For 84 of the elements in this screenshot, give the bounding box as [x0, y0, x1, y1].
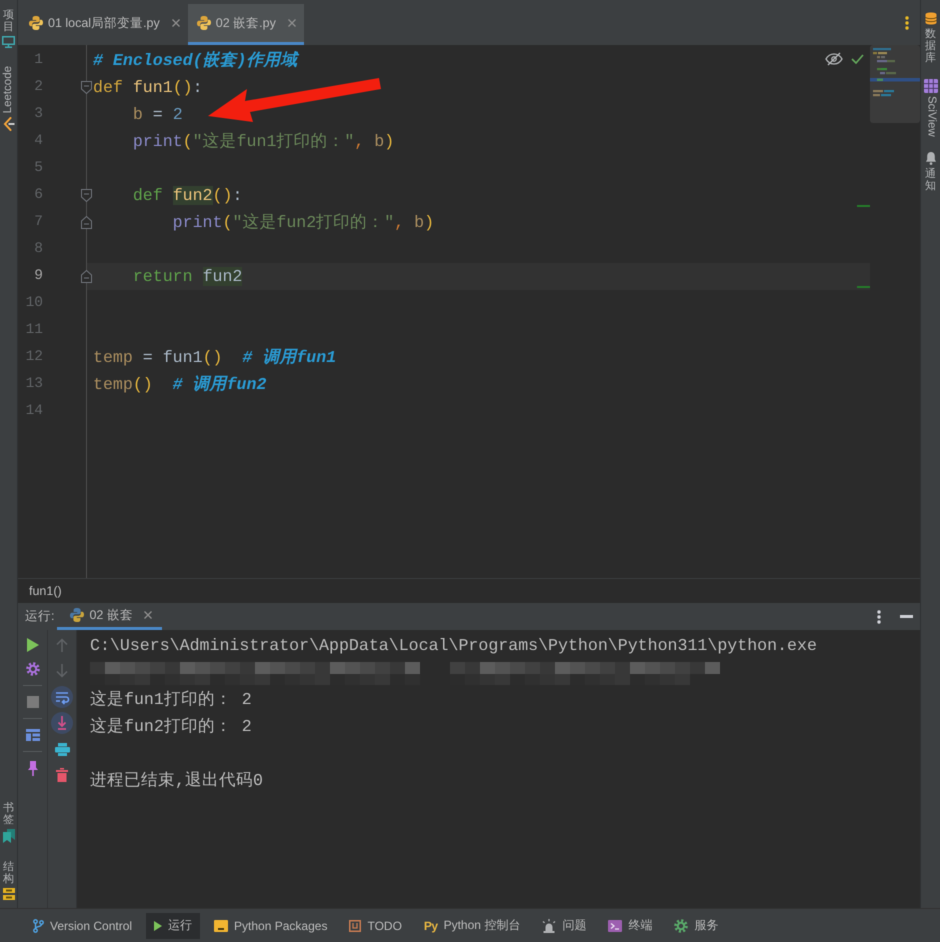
tool-window-button[interactable]: Python Packages: [206, 912, 336, 938]
editor-tab[interactable]: 02 嵌套.py: [188, 4, 304, 45]
line-number: 7: [34, 214, 43, 230]
line-number: 13: [26, 376, 43, 392]
code-line: temp = fun1() # 调用fun1: [93, 348, 336, 367]
tool-window-button[interactable]: Leetcode: [2, 66, 14, 131]
checkmark-icon[interactable]: [851, 54, 864, 64]
tool-window-button[interactable]: 终端: [600, 912, 660, 938]
line-number: 8: [34, 241, 43, 257]
more-options-icon[interactable]: [877, 610, 881, 624]
line-number: 9: [34, 268, 43, 284]
layout-icon[interactable]: [26, 729, 40, 741]
python-console-icon: Py: [424, 918, 438, 932]
delete-icon[interactable]: [56, 768, 68, 782]
line-number: 3: [34, 106, 43, 122]
tool-window-button[interactable]: SciView: [924, 79, 938, 137]
gear-icon: [674, 918, 688, 932]
close-icon[interactable]: [172, 19, 180, 27]
fold-icon[interactable]: [81, 189, 92, 202]
python-file-icon: [196, 15, 212, 31]
soft-wrap-icon[interactable]: [51, 686, 73, 708]
pin-icon[interactable]: [28, 760, 38, 776]
line-number: 11: [26, 322, 43, 338]
breadcrumb-item[interactable]: fun1(): [29, 584, 62, 598]
print-icon[interactable]: [54, 742, 70, 756]
tool-window-button[interactable]: 结构: [2, 860, 14, 900]
chevron-icon[interactable]: [2, 116, 14, 131]
line-number: 10: [26, 295, 43, 311]
scroll-to-end-icon[interactable]: [51, 712, 73, 734]
fold-icon[interactable]: [81, 216, 92, 229]
line-number: 1: [34, 52, 43, 68]
frame-icon: [349, 920, 362, 932]
python-icon: [69, 607, 86, 623]
line-number: 12: [26, 349, 43, 365]
close-icon[interactable]: [288, 19, 296, 27]
terminal-icon: [608, 920, 622, 932]
console-line: 进程已结束,退出代码0: [90, 770, 263, 790]
tool-window-button[interactable]: 项目: [2, 9, 15, 48]
package-icon: [214, 920, 228, 932]
console-line: 这是fun2打印的： 2: [90, 716, 252, 736]
console-line: C:\Users\Administrator\AppData\Local\Programs\Python\Python311\python.exe: [90, 636, 817, 654]
code-line: def fun1():: [93, 78, 203, 97]
tool-window-button[interactable]: 服务: [666, 912, 726, 938]
database-icon[interactable]: [924, 12, 936, 25]
panel-label: 运行:: [24, 608, 54, 625]
tool-window-button[interactable]: TODO: [341, 912, 410, 938]
code-line: def fun2():: [132, 186, 242, 205]
tool-window-button[interactable]: 通知: [924, 152, 936, 192]
monitor-icon[interactable]: [2, 36, 15, 48]
code-line: print("这是fun2打印的：", b): [172, 213, 434, 232]
fold-icon[interactable]: [81, 81, 92, 94]
code-line: temp() # 调用fun2: [93, 375, 266, 394]
code-line: return fun2: [132, 267, 242, 286]
code-line: print("这是fun1打印的：", b): [132, 132, 394, 151]
tool-window-button[interactable]: Py Python 控制台: [416, 912, 528, 938]
editor-tab[interactable]: 01 local局部变量.py: [20, 4, 188, 45]
alarm-light-icon: [542, 918, 556, 932]
run-icon[interactable]: [26, 638, 38, 652]
code-line: # Enclosed(嵌套)作用域: [93, 51, 298, 70]
line-number: 4: [34, 133, 43, 149]
fold-icon[interactable]: [81, 270, 92, 283]
line-number: 5: [34, 160, 43, 176]
more-options-icon[interactable]: [905, 16, 909, 30]
grid-icon[interactable]: [924, 79, 938, 94]
tool-window-button[interactable]: 书签: [2, 802, 14, 843]
crossed-eye-icon[interactable]: [825, 52, 843, 66]
line-number: 6: [34, 187, 43, 203]
close-icon[interactable]: [144, 611, 152, 619]
tool-window-button[interactable]: 数据库: [924, 12, 936, 64]
settings-icon[interactable]: [26, 662, 40, 676]
code-line: b = 2: [132, 105, 183, 124]
run-icon: [154, 920, 162, 930]
tool-window-button[interactable]: 运行: [146, 912, 200, 938]
console-line: 这是fun1打印的： 2: [90, 690, 252, 708]
python-file-icon: [28, 15, 44, 31]
bell-icon[interactable]: [924, 152, 936, 165]
bookmarks-icon[interactable]: [2, 828, 14, 843]
stacked-blocks-icon[interactable]: [2, 888, 14, 900]
line-number: 14: [26, 403, 43, 419]
tool-window-button[interactable]: Version Control: [25, 912, 140, 938]
line-number: 2: [34, 79, 43, 95]
branch-icon: [33, 918, 44, 932]
tool-window-button[interactable]: 问题: [534, 912, 594, 938]
minimap-drawing[interactable]: [870, 45, 920, 123]
